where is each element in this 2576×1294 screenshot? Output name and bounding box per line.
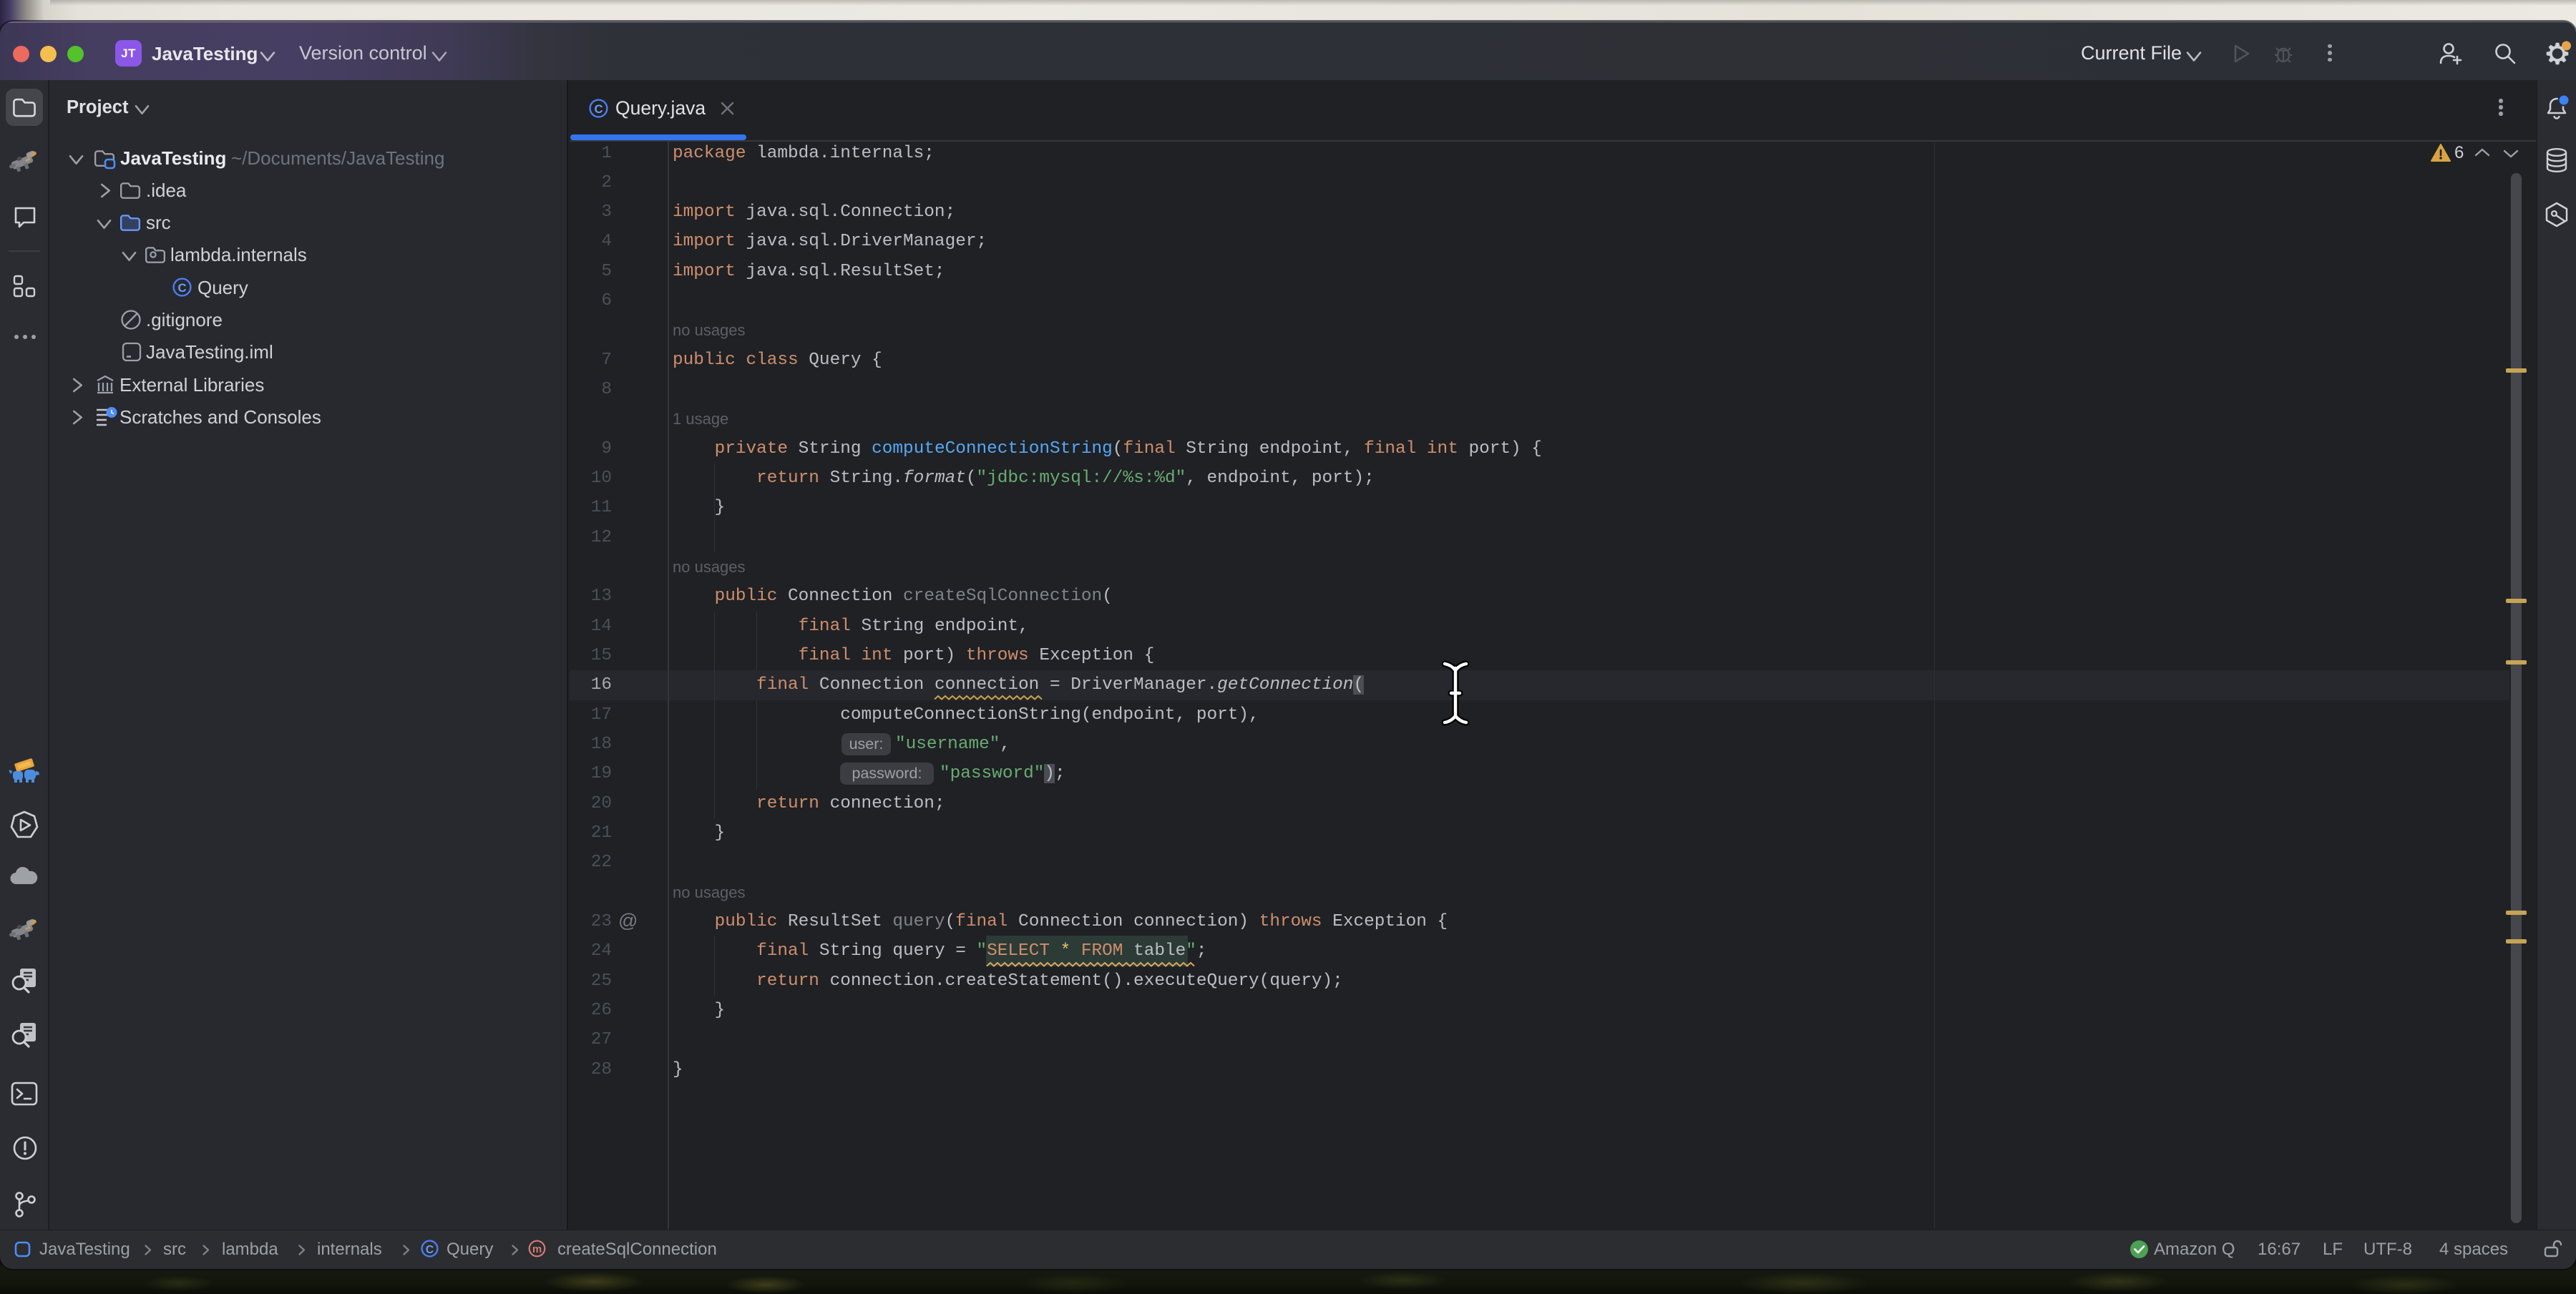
- svg-text:C: C: [426, 1244, 434, 1256]
- svg-text:C: C: [177, 281, 186, 295]
- svg-text:C: C: [594, 102, 602, 116]
- svg-text:m: m: [532, 1243, 542, 1255]
